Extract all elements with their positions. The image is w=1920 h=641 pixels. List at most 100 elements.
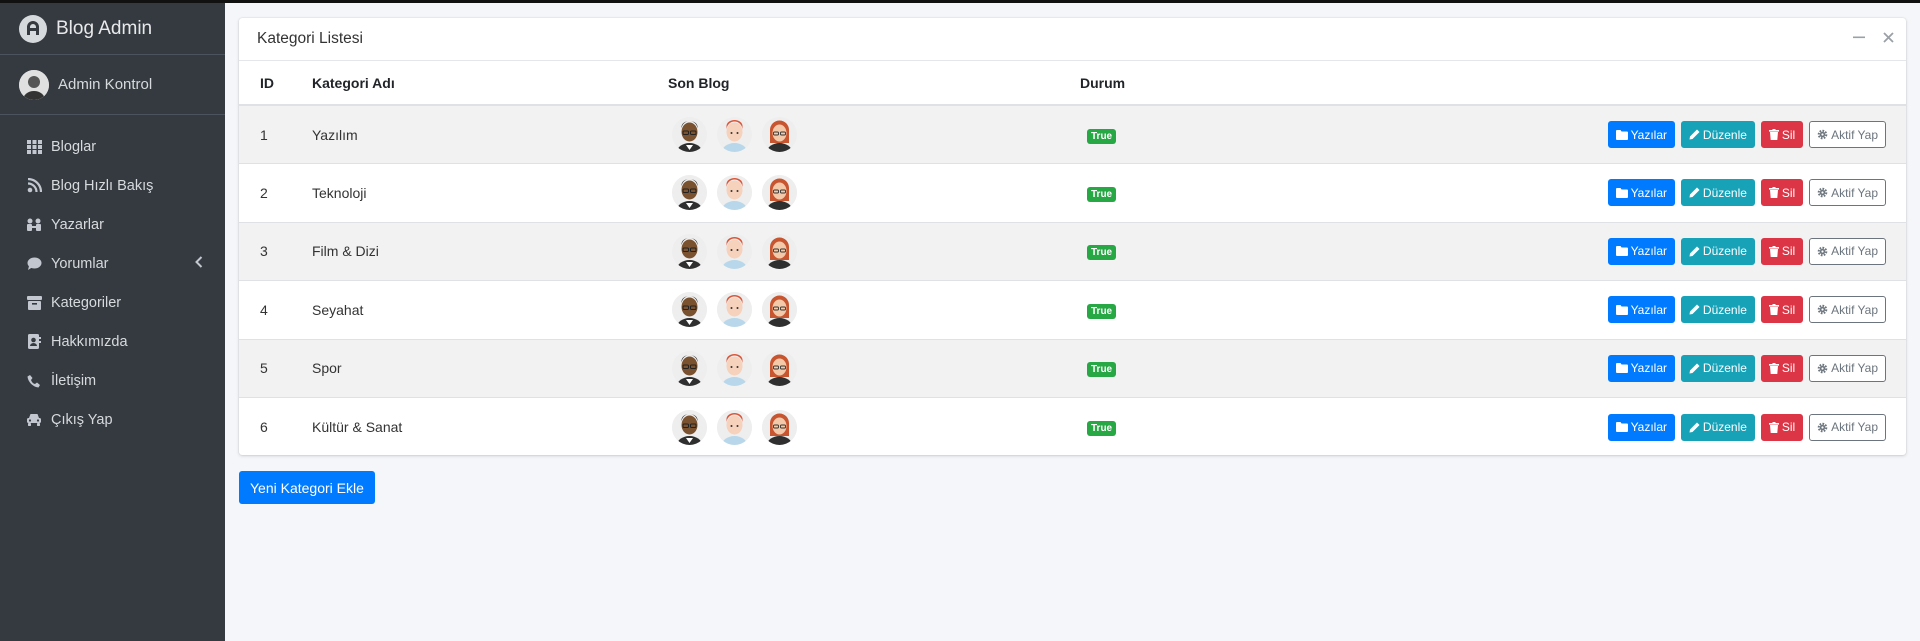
delete-button-label: Sil [1781, 127, 1796, 142]
posts-button[interactable]: Yazılar [1607, 354, 1676, 382]
activate-button[interactable]: Aktif Yap [1809, 354, 1886, 382]
author-avatar-1[interactable] [672, 233, 707, 269]
posts-button-label: Yazılar [1630, 244, 1668, 259]
row-actions: Yazılar Düzenle Sil Aktif Yap [1125, 281, 1906, 340]
posts-button[interactable]: Yazılar [1607, 179, 1676, 207]
delete-button[interactable]: Sil [1760, 413, 1804, 441]
row-id: 4 [260, 301, 268, 318]
status-badge: True [1087, 128, 1117, 144]
trash-icon [1768, 245, 1779, 257]
table-row: 5 Spor True Yazılar Düzenle Sil Aktif Ya… [239, 339, 1906, 398]
author-avatar-2[interactable] [717, 350, 752, 386]
table-row: 1 Yazılım True Yazılar Düzenle Sil Aktif… [239, 105, 1906, 164]
user-panel[interactable]: Admin Kontrol [0, 55, 225, 115]
posts-button[interactable]: Yazılar [1607, 296, 1676, 324]
comment-icon [26, 256, 42, 272]
activate-button-label: Aktif Yap [1831, 302, 1878, 317]
edit-button[interactable]: Düzenle [1680, 179, 1755, 207]
status-badge: True [1087, 362, 1117, 378]
author-avatar-2[interactable] [717, 409, 752, 445]
delete-button[interactable]: Sil [1760, 179, 1804, 207]
author-avatar-3[interactable] [762, 409, 797, 445]
sidebar-item-blog-quick-view[interactable]: Blog Hızlı Bakış [0, 166, 225, 205]
posts-button[interactable]: Yazılar [1607, 413, 1676, 441]
delete-button-label: Sil [1781, 420, 1796, 434]
trash-icon [1768, 187, 1779, 199]
gear-icon [1817, 246, 1828, 257]
row-latest-blog [668, 339, 1080, 398]
delete-button[interactable]: Sil [1760, 296, 1804, 324]
edit-button[interactable]: Düzenle [1680, 121, 1755, 148]
author-avatar-3[interactable] [762, 350, 797, 386]
row-name: Teknoloji [312, 184, 367, 201]
delete-button-label: Sil [1781, 361, 1796, 376]
author-avatar-1[interactable] [672, 292, 707, 328]
column-header-actions [1125, 61, 1906, 106]
sidebar-item-label: Blog Hızlı Bakış [51, 177, 154, 194]
row-latest-blog [668, 281, 1080, 340]
sidebar-item-bloglar[interactable]: Bloglar [0, 127, 225, 166]
delete-button-label: Sil [1781, 302, 1796, 317]
author-avatar-3[interactable] [762, 175, 797, 211]
delete-button-label: Sil [1781, 185, 1796, 200]
sidebar-item-label: Kategoriler [51, 294, 122, 311]
close-icon[interactable] [1883, 30, 1894, 48]
activate-button[interactable]: Aktif Yap [1809, 237, 1886, 265]
chevron-left-icon[interactable] [195, 256, 203, 272]
posts-button[interactable]: Yazılar [1607, 121, 1676, 148]
folder-icon [1615, 187, 1628, 198]
edit-button[interactable]: Düzenle [1680, 354, 1755, 382]
row-status: True [1080, 398, 1125, 457]
edit-button[interactable]: Düzenle [1680, 413, 1755, 441]
trash-icon [1768, 421, 1779, 433]
edit-button-label: Düzenle [1702, 185, 1747, 200]
activate-button[interactable]: Aktif Yap [1809, 296, 1886, 324]
sidebar-item-label: Bloglar [51, 138, 97, 155]
author-avatar-1[interactable] [672, 409, 707, 445]
posts-button-label: Yazılar [1630, 127, 1668, 142]
sidebar-item-yazarlar[interactable]: Yazarlar [0, 205, 225, 244]
delete-button[interactable]: Sil [1760, 237, 1804, 265]
add-category-button[interactable]: Yeni Kategori Ekle [239, 471, 375, 504]
sidebar-item-kategoriler[interactable]: Kategoriler [0, 283, 225, 322]
sidebar-item-yorumlar[interactable]: Yorumlar [0, 244, 225, 283]
author-avatar-2[interactable] [717, 175, 752, 211]
author-avatar-2[interactable] [717, 292, 752, 328]
activate-button[interactable]: Aktif Yap [1809, 179, 1886, 207]
table-header-row: ID Kategori Adı Son Blog Durum [239, 61, 1906, 106]
author-avatar-3[interactable] [762, 233, 797, 269]
sidebar-item-hakkimizda[interactable]: Hakkımızda [0, 322, 225, 361]
table-row: 6 Kültür & Sanat True Yazılar Düzenle Si… [239, 397, 1906, 457]
gear-icon [1817, 129, 1828, 140]
author-avatar-1[interactable] [672, 350, 707, 386]
delete-button[interactable]: Sil [1760, 121, 1804, 148]
phone-icon [26, 373, 42, 389]
activate-button[interactable]: Aktif Yap [1809, 413, 1886, 441]
activate-button[interactable]: Aktif Yap [1809, 121, 1886, 148]
user-name: Admin Kontrol [58, 76, 153, 93]
brand[interactable]: Blog Admin [0, 3, 225, 55]
author-avatar-2[interactable] [717, 233, 752, 269]
author-avatar-1[interactable] [672, 117, 707, 152]
category-table: ID Kategori Adı Son Blog Durum 1 Yazılım [239, 61, 1906, 456]
trash-icon [1768, 362, 1779, 374]
trash-icon [1768, 129, 1779, 140]
author-avatar-1[interactable] [672, 175, 707, 211]
row-latest-blog [668, 222, 1080, 281]
edit-button[interactable]: Düzenle [1680, 296, 1755, 324]
sidebar-item-iletisim[interactable]: İletişim [0, 361, 225, 400]
author-avatar-3[interactable] [762, 292, 797, 328]
column-header-blog: Son Blog [668, 61, 1080, 106]
car-icon [26, 412, 42, 428]
sidebar-item-cikis-yap[interactable]: Çıkış Yap [0, 400, 225, 439]
delete-button-label: Sil [1781, 244, 1796, 259]
author-avatar-3[interactable] [762, 117, 797, 152]
author-avatar-2[interactable] [717, 117, 752, 152]
edit-button[interactable]: Düzenle [1680, 237, 1755, 265]
edit-button-label: Düzenle [1702, 420, 1747, 434]
posts-button[interactable]: Yazılar [1607, 237, 1676, 265]
delete-button[interactable]: Sil [1760, 354, 1804, 382]
table-body: 1 Yazılım True Yazılar Düzenle Sil Aktif… [239, 105, 1906, 456]
collapse-icon[interactable] [1853, 30, 1865, 48]
status-badge: True [1087, 186, 1117, 202]
